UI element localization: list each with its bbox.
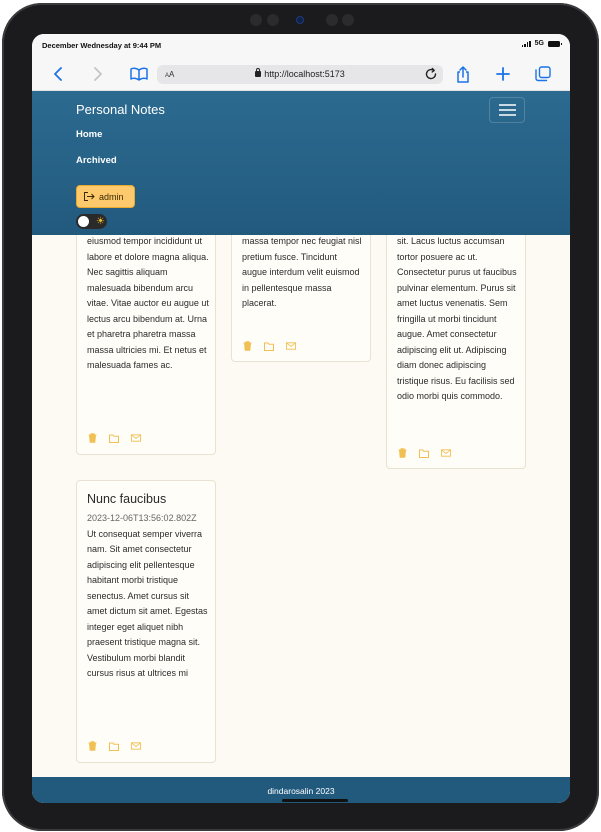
note-card: Nunc faucibus 2023-12-06T13:56:02.802Z U… <box>76 480 216 763</box>
note-card: sit. Lacus luctus accumsan tortor posuer… <box>386 194 526 469</box>
tabs-overview-icon[interactable] <box>533 65 553 83</box>
user-name-label: admin <box>99 191 124 202</box>
note-actions <box>87 741 141 751</box>
note-body: Ut consequat semper viverra nam. Sit ame… <box>87 528 208 679</box>
note-content: Nunc faucibus 2023-12-06T13:56:02.802Z U… <box>87 491 209 682</box>
hamburger-line <box>498 104 516 106</box>
mail-icon[interactable] <box>441 448 451 458</box>
app-footer: dindarosalin 2023 <box>32 777 570 803</box>
menu-toggle-button[interactable] <box>489 97 525 123</box>
sensor-dot <box>250 14 262 26</box>
nav-link-home[interactable]: Home <box>76 129 102 140</box>
status-time: December Wednesday at 9:44 PM <box>42 41 162 50</box>
sensor-dot <box>342 14 354 26</box>
address-bar[interactable]: AAAA http://localhost:5173 <box>157 65 443 84</box>
lock-icon <box>255 68 262 77</box>
status-indicators: 5G <box>521 40 562 47</box>
browser-toolbar: AAAA http://localhost:5173 <box>32 58 570 91</box>
theme-toggle[interactable]: ☀ <box>76 214 107 229</box>
screen: December Wednesday at 9:44 PM 5G AAAA ht… <box>32 34 570 803</box>
note-actions <box>397 448 451 458</box>
brand-title[interactable]: Personal Notes <box>76 102 165 117</box>
archive-icon[interactable] <box>109 433 119 443</box>
note-body: sit. Lacus luctus accumsan tortor posuer… <box>397 236 517 401</box>
footer-text: dindarosalin 2023 <box>267 786 335 796</box>
status-bar: December Wednesday at 9:44 PM 5G <box>32 34 570 58</box>
mail-icon[interactable] <box>131 433 141 443</box>
home-indicator <box>282 799 348 802</box>
url-text: http://localhost:5173 <box>264 69 345 79</box>
forward-icon[interactable] <box>88 65 108 83</box>
back-icon[interactable] <box>48 65 68 83</box>
delete-icon[interactable] <box>87 741 97 751</box>
battery-icon <box>548 40 562 47</box>
hamburger-line <box>498 109 516 111</box>
delete-icon[interactable] <box>397 448 407 458</box>
signal-icon <box>521 40 531 47</box>
note-actions <box>87 433 141 443</box>
note-title: Nunc faucibus <box>87 492 167 506</box>
archive-icon[interactable] <box>109 741 119 751</box>
new-tab-icon[interactable] <box>493 65 513 83</box>
toggle-knob <box>78 216 89 227</box>
note-actions <box>242 341 296 351</box>
mail-icon[interactable] <box>131 741 141 751</box>
delete-icon[interactable] <box>242 341 252 351</box>
note-body: massa tempor nec feugiat nisl pretium fu… <box>242 236 362 308</box>
delete-icon[interactable] <box>87 433 97 443</box>
url-display: http://localhost:5173 <box>157 68 443 79</box>
app-header: Personal Notes Home Archived admin ☀ <box>32 91 570 235</box>
camera-icon <box>297 17 303 23</box>
logout-icon <box>84 192 95 201</box>
sun-icon: ☀ <box>96 216 105 227</box>
archive-icon[interactable] <box>264 341 274 351</box>
user-logout-button[interactable]: admin <box>76 185 135 208</box>
reload-icon[interactable] <box>424 67 438 81</box>
share-icon[interactable] <box>453 65 473 83</box>
network-label: 5G <box>534 40 544 47</box>
note-date: 2023-12-06T13:56:02.802Z <box>87 513 197 523</box>
bookmarks-icon[interactable] <box>129 65 149 83</box>
archive-icon[interactable] <box>419 448 429 458</box>
hamburger-line <box>498 114 516 116</box>
camera-bar <box>250 13 356 27</box>
sensor-dot <box>326 14 338 26</box>
nav-link-archived[interactable]: Archived <box>76 155 117 166</box>
sensor-dot <box>267 14 279 26</box>
note-body: eiusmod tempor incididunt ut labore et d… <box>87 236 209 370</box>
mail-icon[interactable] <box>286 341 296 351</box>
